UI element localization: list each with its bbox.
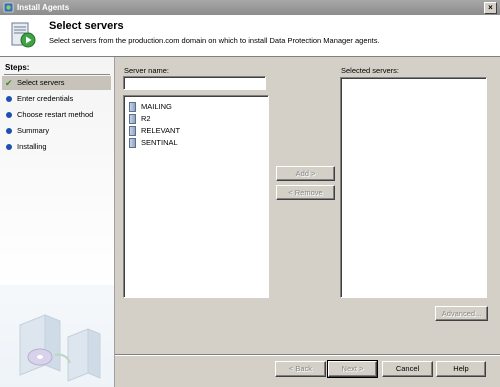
close-icon: × — [488, 3, 493, 12]
step-enter-credentials[interactable]: Enter credentials — [2, 92, 111, 106]
page-subtitle: Select servers from the production.com d… — [49, 36, 380, 45]
server-icon — [129, 114, 136, 124]
server-name-label: Server name: — [124, 66, 170, 75]
step-label: Select servers — [17, 78, 65, 87]
server-play-icon — [11, 22, 36, 48]
add-button[interactable]: Add > — [276, 166, 335, 181]
step-installing[interactable]: Installing — [2, 140, 111, 154]
server-icon — [129, 126, 136, 136]
selected-servers-list[interactable] — [340, 77, 487, 298]
server-icon — [129, 138, 136, 148]
step-label: Enter credentials — [17, 94, 74, 103]
wizard-header: Select servers Select servers from the p… — [0, 15, 500, 57]
decorative-servers-graphic — [0, 285, 114, 387]
back-button[interactable]: < Back — [275, 361, 326, 377]
window-title: Install Agents — [17, 3, 70, 12]
title-bar: Install Agents × — [0, 0, 500, 15]
selected-servers-label: Selected servers: — [341, 66, 399, 75]
advanced-button[interactable]: Advanced... — [435, 306, 488, 321]
server-name-input[interactable] — [123, 76, 266, 90]
close-button[interactable]: × — [484, 2, 497, 14]
steps-pane: Steps: ✔ Select servers Enter credential… — [0, 57, 115, 387]
bullet-icon — [6, 96, 12, 102]
bullet-icon — [6, 112, 12, 118]
server-name: R2 — [141, 114, 151, 123]
checkmark-icon: ✔ — [5, 78, 13, 88]
bullet-icon — [6, 128, 12, 134]
step-select-servers[interactable]: ✔ Select servers — [2, 76, 111, 90]
remove-button[interactable]: < Remove — [276, 185, 335, 200]
server-icon — [129, 102, 136, 112]
step-choose-restart-method[interactable]: Choose restart method — [2, 108, 111, 122]
steps-divider — [4, 74, 110, 75]
servers-list[interactable]: MAILING R2 RELEVANT SENTINAL — [123, 95, 269, 298]
bullet-icon — [6, 144, 12, 150]
help-button[interactable]: Help — [436, 361, 486, 377]
step-label: Summary — [17, 126, 50, 135]
server-name: RELEVANT — [141, 126, 181, 135]
step-label: Installing — [17, 142, 47, 151]
footer-separator — [115, 354, 500, 356]
steps-title: Steps: — [5, 63, 30, 72]
next-button[interactable]: Next > — [327, 360, 378, 378]
server-name: MAILING — [141, 102, 172, 111]
cancel-button[interactable]: Cancel — [382, 361, 433, 377]
step-label: Choose restart method — [17, 110, 94, 119]
server-name: SENTINAL — [141, 138, 178, 147]
page-title: Select servers — [49, 20, 124, 32]
step-summary[interactable]: Summary — [2, 124, 111, 138]
app-icon — [3, 2, 14, 13]
